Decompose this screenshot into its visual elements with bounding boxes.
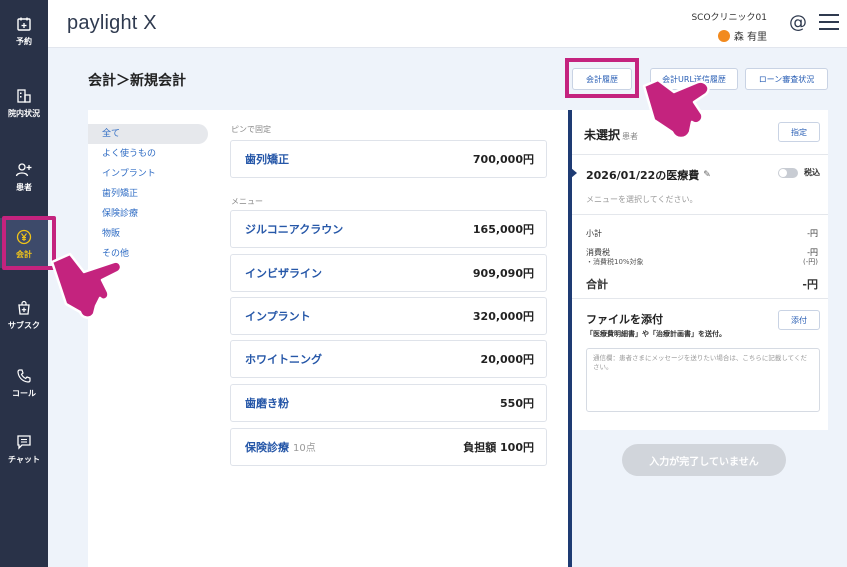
button-highlight-frame [565,58,639,98]
menu-card[interactable]: インビザライン 909,090円 [230,254,547,292]
tax-detail-row: ・消費税10%対象 (-円) [586,257,818,267]
mention-icon[interactable]: @ [789,12,807,33]
category-implant[interactable]: インプラント [88,164,210,184]
attach-button[interactable]: 添付 [778,310,820,330]
total-value: -円 [802,278,818,291]
nav-call[interactable]: コール [0,366,48,399]
nav-clinic-status[interactable]: 院内状況 [0,86,48,119]
total-row: 合計 -円 [586,276,818,292]
menu-card[interactable]: 歯列矯正 700,000円 [230,140,547,178]
phone-icon [14,366,34,386]
menu-card[interactable]: ジルコニアクラウン 165,000円 [230,210,547,248]
menu-panel: 全て よく使うもの インプラント 歯列矯正 保険診療 物販 その他 物 ピンで固… [88,110,568,567]
hamburger-icon[interactable] [819,14,839,30]
nav-label: コール [12,389,36,398]
nav-reservation[interactable]: 予約 [0,14,48,47]
tax-detail-value: (-円) [803,258,818,266]
subtotal-row: 小計 -円 [586,228,818,239]
tax-included-label: 税込 [804,168,820,177]
user-badge[interactable]: 森 有里 [717,28,767,43]
menu-card[interactable]: インプラント 320,000円 [230,297,547,335]
building-icon [14,86,34,106]
menu-name: インプラント [245,310,311,323]
menu-name: インビザライン [245,267,322,280]
menu-card[interactable]: 歯磨き粉 550円 [230,384,547,422]
loan-status-button[interactable]: ローン審査状況 [745,68,828,90]
pencil-icon[interactable]: ✎ [703,170,711,180]
select-menu-hint: メニューを選択してください。 [586,195,698,204]
chat-icon [14,432,34,452]
nav-label: 予約 [16,37,32,46]
pointing-hand-icon [642,78,710,140]
nav-label: サブスク [8,321,40,330]
divider [572,298,828,299]
medical-fee-date[interactable]: 2026/01/22の医療費 ✎ [586,167,711,183]
menu-price: 909,090円 [472,267,534,280]
menu-price: 700,000円 [472,153,534,166]
nav-label: 院内状況 [8,109,40,118]
page-title: 会計＞新規会計 [88,73,186,89]
nav-patients[interactable]: 患者 [0,160,48,193]
menu-points: 10点 [293,443,316,454]
nav-label: チャット [8,455,40,464]
top-header: paylight X SCOクリニック01 森 有里 @ [48,0,847,48]
menu-card[interactable]: ホワイトニング 20,000円 [230,340,547,378]
menu-name: ジルコニアクラウン [245,223,344,236]
bag-plus-icon [14,298,34,318]
menu-price: 20,000円 [480,353,534,366]
menu-price: 550円 [500,397,534,410]
person-add-icon [14,160,34,180]
menu-name: 歯列矯正 [245,153,289,166]
tax-included-toggle[interactable] [778,168,798,178]
user-name: 森 有里 [733,32,767,43]
category-goods[interactable]: 物販 [88,224,210,244]
assign-patient-button[interactable]: 指定 [778,122,820,142]
menu-name: 歯磨き粉 [245,397,289,410]
divider [572,154,828,155]
category-all[interactable]: 全て [88,124,208,144]
menu-card[interactable]: 保険診療 10点 負担額 100円 [230,428,547,466]
menu-name: ホワイトニング [245,353,322,366]
submit-button[interactable]: 入力が完了していません [622,444,786,476]
patient-status-text: 未選択 [584,128,621,142]
tax-detail-label: ・消費税10%対象 [586,258,644,266]
menu-name: 保険診療 10点 [245,439,316,455]
clinic-name: SCOクリニック01 [691,13,767,23]
medical-fee-date-text: 2026/01/22の医療費 [586,169,700,182]
billing-summary-panel: 未選択 患者 指定 2026/01/22の医療費 ✎ 税込 メニューを選択してくだ… [568,110,828,567]
menu-price: 320,000円 [472,310,534,323]
caret-icon [571,168,577,178]
nav-chat[interactable]: チャット [0,432,48,465]
pinned-label: ピンで固定 [231,125,271,134]
menu-price: 負担額 100円 [463,441,534,454]
submit-area: 入力が完了していません [572,430,828,567]
patient-status: 未選択 患者 [584,126,638,143]
calendar-plus-icon [14,14,34,34]
subtotal-value: -円 [807,229,818,238]
attach-file-title: ファイルを添付 [586,313,663,326]
attach-file-description: 「医療費明細書」や「治療計画書」を送付。 [586,330,726,338]
user-avatar-icon [717,29,730,42]
nav-label: 患者 [16,183,32,192]
menu-name-text: 保険診療 [245,441,289,454]
menu-section-label: メニュー [231,197,263,206]
message-textarea[interactable]: 通信欄：患者さまにメッセージを送りたい場合は、こちらに記載してください。 [586,348,820,412]
category-frequent[interactable]: よく使うもの [88,144,210,164]
left-nav: 予約 院内状況 患者 会計 サブスク コール チャット [0,0,48,567]
menu-price: 165,000円 [472,223,534,236]
category-orthodontics[interactable]: 歯列矯正 [88,184,210,204]
subtotal-label: 小計 [586,229,602,238]
category-insurance[interactable]: 保険診療 [88,204,210,224]
app-logo: paylight X [67,12,157,34]
divider [572,214,828,215]
total-label: 合計 [586,278,608,291]
nav-subscription[interactable]: サブスク [0,298,48,331]
pointing-hand-icon [50,252,123,319]
